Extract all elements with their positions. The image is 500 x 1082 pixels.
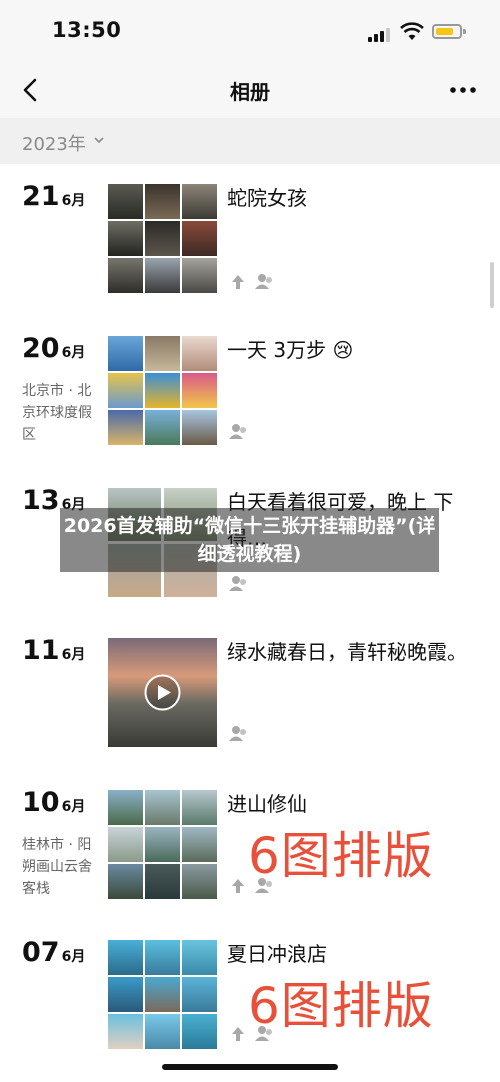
wifi-icon (400, 22, 424, 40)
status-bar: 13:50 (0, 0, 500, 62)
battery-icon (432, 24, 466, 39)
home-indicator (162, 1064, 338, 1070)
photo-grid[interactable] (108, 940, 217, 1049)
entry-date: 11 6月 (22, 634, 85, 672)
year-filter[interactable]: 2023年 (0, 118, 500, 164)
album-entry[interactable]: 11 6月 绿水藏春日，青轩秘晚霞。 (0, 634, 500, 754)
friends-visible-icon (229, 424, 246, 439)
entry-date: 07 6月 (22, 936, 85, 974)
entry-location: 桂林市 · 阳朔画山云舍客栈 (22, 837, 92, 897)
nav-bar: 相册 (0, 62, 500, 118)
entry-date: 10 6月 (22, 786, 85, 824)
page-title: 相册 (230, 80, 270, 104)
share-visibility-icon (232, 274, 272, 289)
entry-month: 6月 (61, 949, 86, 965)
banner-text: 2026首发辅助“微信十三张开挂辅助器”(详细透视教程) (63, 515, 436, 565)
entry-caption: 绿水藏春日，青轩秘晚霞。 (227, 640, 467, 664)
photo-grid[interactable] (108, 184, 217, 293)
entry-location: 北京市 · 北京环球度假区 (22, 383, 92, 443)
entry-month: 6月 (61, 193, 86, 209)
photo-grid[interactable] (108, 336, 217, 445)
share-visibility-icon (232, 1026, 272, 1041)
year-label: 2023年 (22, 134, 86, 155)
entry-day: 07 (22, 937, 60, 968)
entry-day: 20 (22, 333, 60, 364)
entry-day: 21 (22, 181, 60, 212)
entry-day: 10 (22, 787, 60, 818)
entry-caption: 蛇院女孩 (227, 186, 307, 210)
friends-visible-icon (229, 726, 246, 741)
album-entry[interactable]: 07 6月 夏日冲浪店 6图排版 (0, 936, 500, 1056)
entry-month: 6月 (61, 799, 86, 815)
overlay-banner: 2026首发辅助“微信十三张开挂辅助器”(详细透视教程) (60, 508, 439, 572)
entry-month: 6月 (61, 647, 86, 663)
more-options-icon[interactable] (448, 76, 478, 104)
chevron-down-icon (94, 137, 104, 144)
entry-day: 13 (22, 485, 60, 516)
scrollbar[interactable] (490, 262, 494, 308)
album-entry[interactable]: 20 6月 北京市 · 北京环球度假区 一天 3万步 😢 (0, 332, 500, 452)
entry-date: 20 6月 (22, 332, 85, 370)
album-entry[interactable]: 21 6月 蛇院女孩 (0, 180, 500, 300)
entry-date: 21 6月 (22, 180, 85, 218)
friends-visible-icon (229, 576, 246, 591)
entry-day: 11 (22, 635, 60, 666)
photo-grid[interactable] (108, 790, 217, 899)
entry-month: 6月 (61, 345, 86, 361)
cellular-signal-icon (368, 26, 392, 42)
album-entry[interactable]: 10 6月 桂林市 · 阳朔画山云舍客栈 进山修仙 6图排版 (0, 786, 500, 906)
video-thumbnail[interactable] (108, 638, 217, 747)
share-visibility-icon (232, 878, 272, 893)
play-icon[interactable] (144, 674, 181, 711)
entry-caption: 一天 3万步 😢 (227, 338, 354, 362)
status-time: 13:50 (52, 18, 122, 42)
